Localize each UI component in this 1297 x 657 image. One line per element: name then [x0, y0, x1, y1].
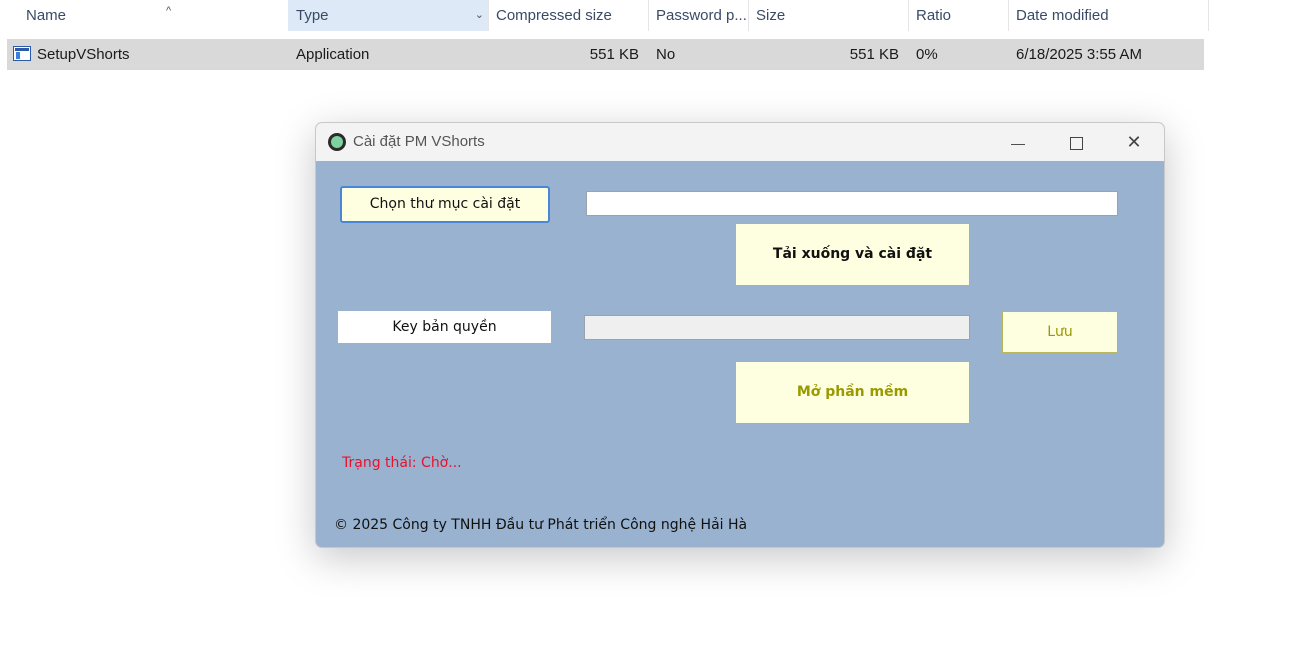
- column-compressed-size-label: Compressed size: [496, 7, 612, 24]
- installer-dialog: Cài đặt PM VShorts — ✕ Chọn thư mục cài …: [315, 122, 1165, 548]
- application-icon: [13, 46, 31, 61]
- file-type: Application: [296, 46, 370, 63]
- title-bar[interactable]: Cài đặt PM VShorts — ✕: [316, 123, 1164, 161]
- chevron-down-icon[interactable]: ⌄: [475, 0, 484, 31]
- column-type-header[interactable]: Type ⌄: [288, 0, 489, 31]
- maximize-icon: [1069, 136, 1083, 150]
- column-header-row: Name ^ Type ⌄ Compressed size Password p…: [0, 0, 1210, 31]
- file-name: SetupVShorts: [37, 46, 130, 63]
- column-name-header[interactable]: Name ^: [18, 0, 288, 31]
- minimize-icon: —: [1011, 135, 1025, 151]
- sort-ascending-icon: ^: [166, 5, 172, 17]
- column-date-modified-label: Date modified: [1016, 7, 1109, 24]
- license-key-input[interactable]: [584, 315, 970, 340]
- column-password-label: Password p...: [656, 7, 747, 24]
- column-password-header[interactable]: Password p...: [648, 0, 749, 31]
- maximize-button[interactable]: [1047, 123, 1105, 161]
- status-text: Trạng thái: Chờ...: [342, 455, 462, 471]
- column-size-header[interactable]: Size: [748, 0, 909, 31]
- app-icon: [328, 133, 346, 151]
- install-path-input[interactable]: [586, 191, 1118, 216]
- close-button[interactable]: ✕: [1105, 123, 1163, 161]
- open-app-button[interactable]: Mở phần mềm: [735, 361, 970, 424]
- column-name-label: Name: [26, 7, 67, 24]
- close-icon: ✕: [1126, 132, 1142, 152]
- column-type-label: Type: [296, 7, 329, 24]
- file-password: No: [656, 46, 676, 63]
- file-ratio: 0%: [916, 46, 938, 63]
- download-install-button[interactable]: Tải xuống và cài đặt: [735, 223, 970, 286]
- copyright-text: © 2025 Công ty TNHH Đầu tư Phát triển Cô…: [334, 517, 748, 533]
- choose-folder-button[interactable]: Chọn thư mục cài đặt: [340, 186, 550, 223]
- column-compressed-size-header[interactable]: Compressed size: [488, 0, 649, 31]
- minimize-button[interactable]: —: [989, 123, 1047, 161]
- column-ratio-header[interactable]: Ratio: [908, 0, 1009, 31]
- file-size: 551 KB: [849, 46, 899, 63]
- save-button[interactable]: Lưu: [1002, 311, 1118, 353]
- file-row[interactable]: SetupVShorts Application 551 KB No 551 K…: [7, 39, 1204, 70]
- column-ratio-label: Ratio: [916, 7, 952, 24]
- license-key-label: Key bản quyền: [338, 311, 551, 343]
- file-compressed-size: 551 KB: [589, 46, 639, 63]
- column-size-label: Size: [756, 7, 786, 24]
- column-date-modified-header[interactable]: Date modified: [1008, 0, 1209, 31]
- file-date-modified: 6/18/2025 3:55 AM: [1016, 46, 1142, 63]
- window-title: Cài đặt PM VShorts: [353, 133, 485, 150]
